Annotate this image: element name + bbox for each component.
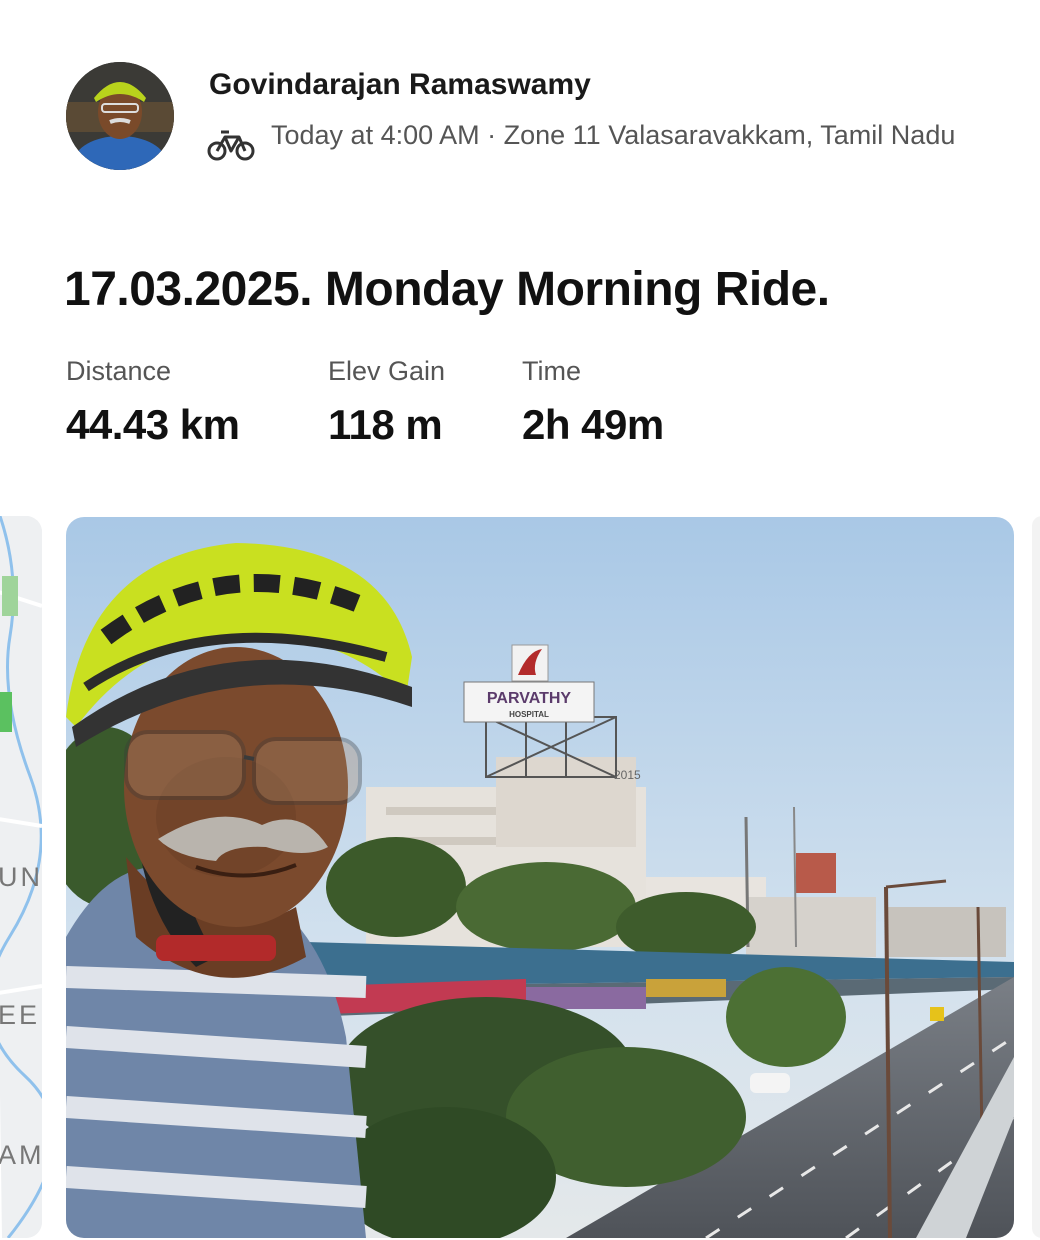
activity-meta: Today at 4:00 AM · Zone 11 Valasaravakka…	[271, 120, 956, 150]
next-media-card[interactable]	[1032, 516, 1040, 1238]
stat-time: Time 2h 49m	[522, 356, 664, 449]
building-text: 2015	[614, 768, 641, 782]
sign-subtext: HOSPITAL	[509, 710, 549, 719]
activity-stats: Distance 44.43 km Elev Gain 118 m Time 2…	[66, 356, 966, 456]
stat-value: 44.43 km	[66, 401, 240, 448]
stat-label: Time	[522, 356, 581, 386]
stat-value: 118 m	[328, 401, 443, 448]
map-label: EE	[0, 1000, 41, 1030]
athlete-avatar[interactable]	[66, 62, 174, 170]
stat-label: Elev Gain	[328, 356, 446, 386]
sign-text: PARVATHY	[487, 690, 571, 707]
bicycle-icon	[207, 128, 255, 162]
map-label: UN	[0, 862, 42, 892]
activity-title[interactable]: 17.03.2025. Monday Morning Ride.	[64, 262, 830, 317]
map-label: AM	[0, 1140, 42, 1170]
activity-photo[interactable]: PARVATHY HOSPITAL 2015	[66, 517, 1014, 1238]
stat-elev-gain: Elev Gain 118 m	[328, 356, 445, 449]
stat-label: Distance	[66, 356, 172, 386]
stat-distance: Distance 44.43 km	[66, 356, 240, 449]
athlete-name[interactable]: Govindarajan Ramaswamy	[209, 68, 591, 102]
activity-header: Govindarajan Ramaswamy Today at 4:00 AM …	[66, 62, 966, 192]
route-map-card[interactable]: UN EE AM	[0, 516, 42, 1238]
stat-value: 2h 49m	[522, 401, 664, 448]
